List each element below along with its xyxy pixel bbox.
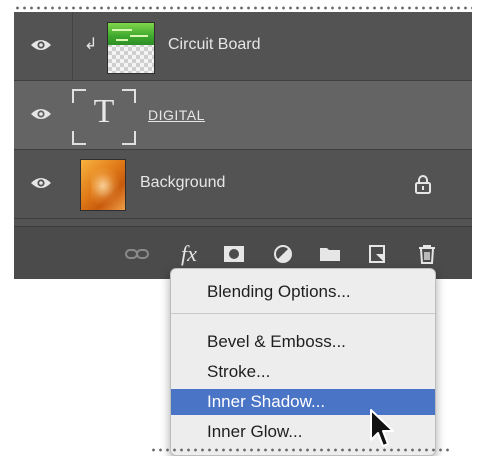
menu-item-bevel-emboss[interactable]: Bevel & Emboss... [171, 329, 435, 355]
type-t-icon: T [93, 93, 115, 130]
folder-icon[interactable] [318, 243, 342, 265]
menu-item-stroke[interactable]: Stroke... [171, 359, 435, 385]
circuit-board-thumbnail[interactable] [107, 22, 155, 74]
link-icon[interactable] [124, 243, 150, 265]
menu-separator [171, 313, 435, 314]
trash-icon[interactable] [416, 243, 438, 265]
layers-panel: ↲ Circuit Board T DIGITAL Background fx [14, 12, 472, 279]
visibility-eye-icon[interactable] [30, 37, 52, 53]
layer-row-digital[interactable]: T DIGITAL [14, 81, 472, 150]
mask-icon[interactable] [222, 243, 246, 265]
layer-row-background[interactable]: Background [14, 150, 472, 219]
bottom-dotted-edge [150, 448, 450, 452]
new-layer-icon[interactable] [366, 243, 388, 265]
visibility-eye-icon[interactable] [30, 106, 52, 122]
layer-name[interactable]: Background [140, 174, 225, 192]
clipping-mask-icon: ↲ [84, 34, 98, 53]
visibility-eye-icon[interactable] [30, 175, 52, 191]
fx-label: fx [181, 241, 197, 266]
top-dotted-edge [14, 6, 472, 10]
adjustment-icon[interactable] [272, 243, 294, 265]
mouse-pointer-icon [370, 409, 394, 447]
layer-row-circuit-board[interactable]: ↲ Circuit Board [14, 12, 472, 81]
text-layer-thumbnail[interactable]: T [72, 89, 136, 145]
fx-icon[interactable]: fx [176, 243, 202, 265]
layer-name[interactable]: Circuit Board [168, 36, 260, 54]
lock-icon [415, 175, 431, 194]
layer-name[interactable]: DIGITAL [148, 107, 205, 123]
row-divider [72, 12, 73, 80]
menu-item-blending-options[interactable]: Blending Options... [171, 279, 435, 305]
background-thumbnail[interactable] [80, 159, 126, 211]
